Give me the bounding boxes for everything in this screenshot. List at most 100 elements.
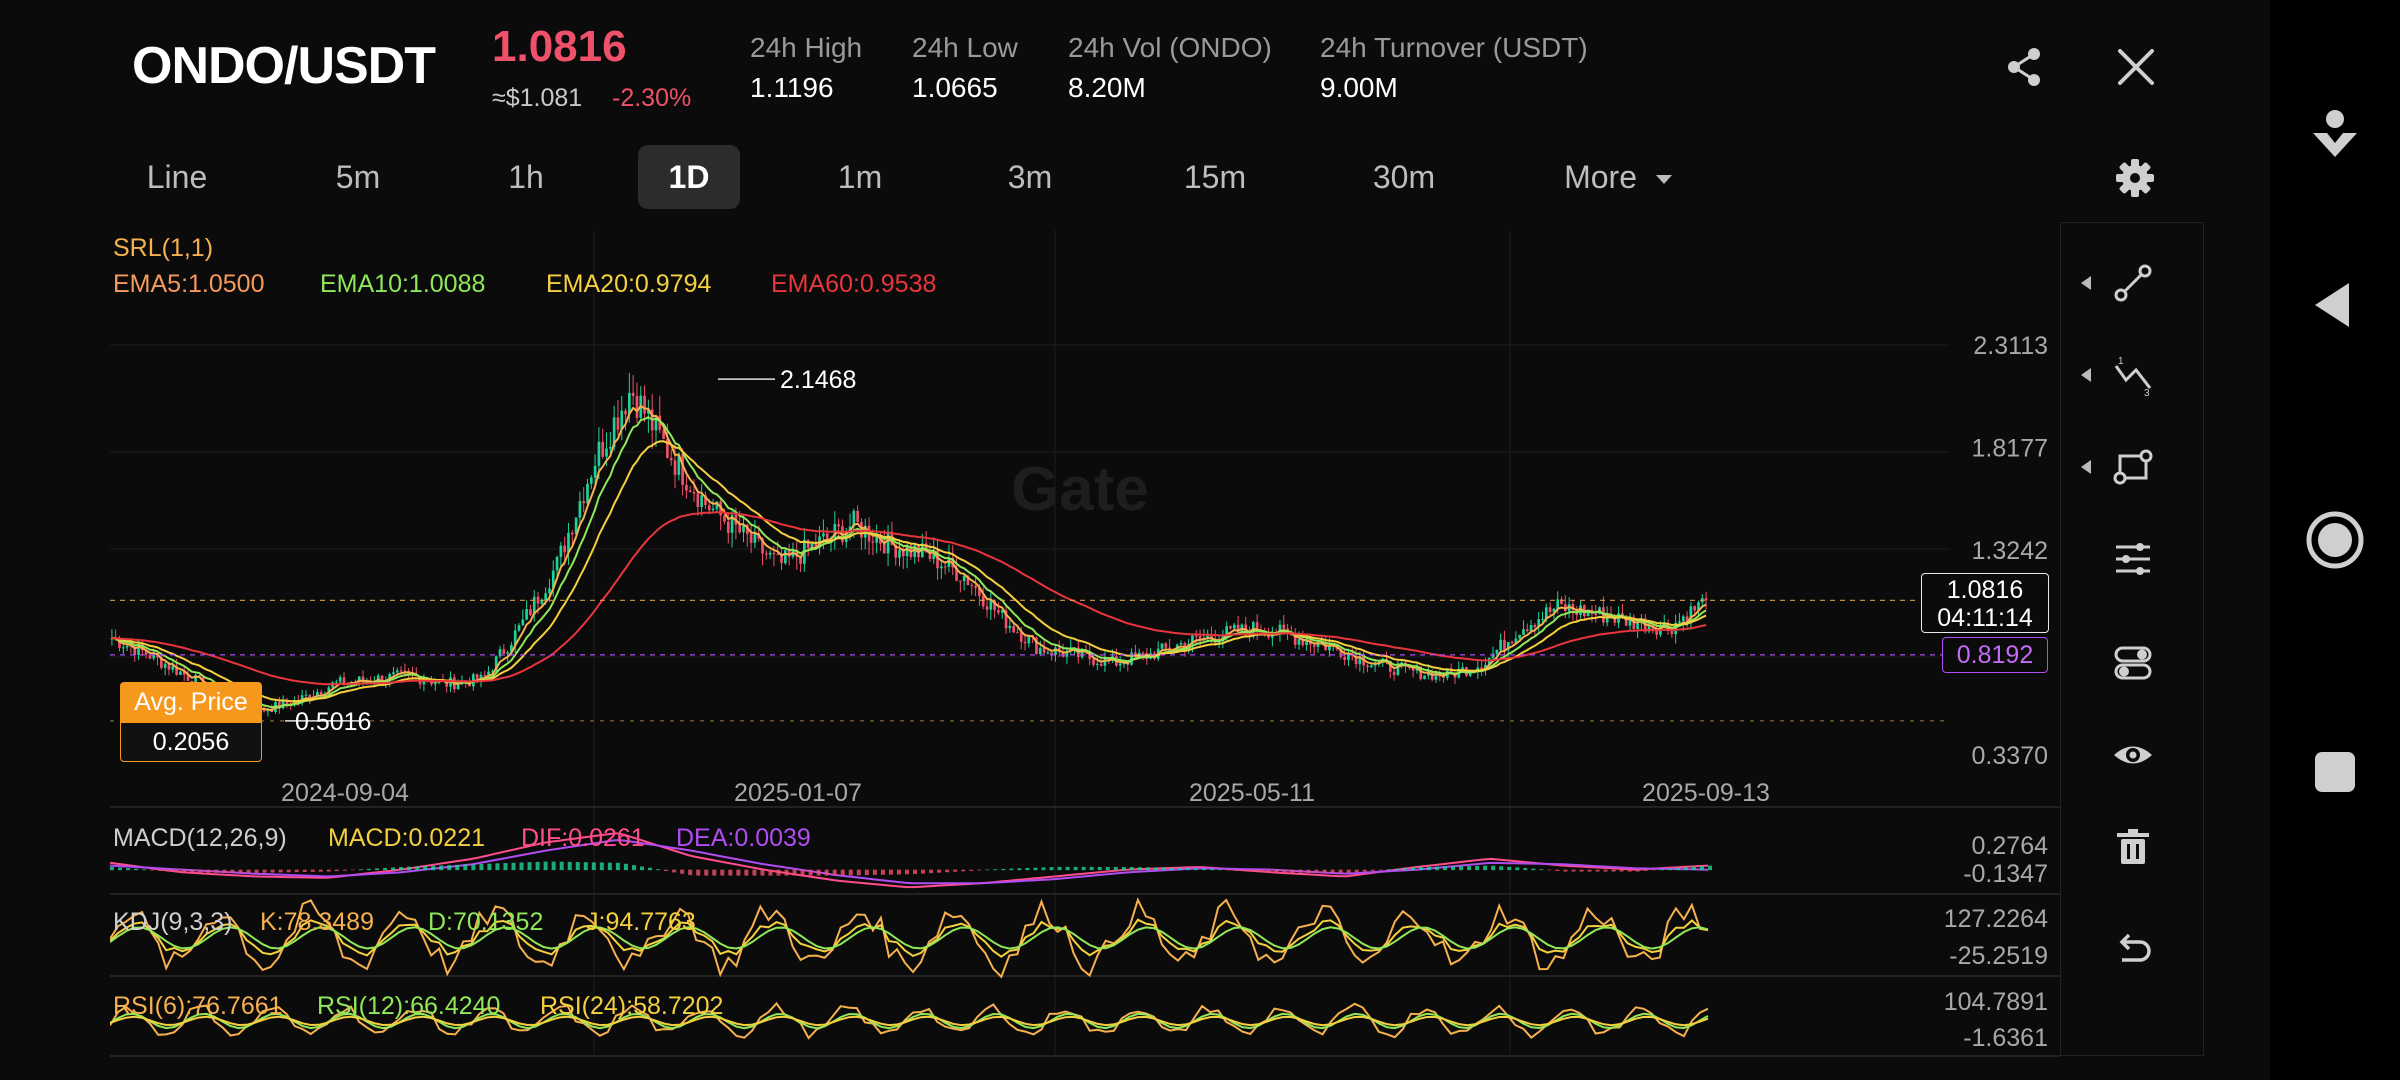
candle-body — [517, 625, 521, 631]
macd-bar — [383, 867, 388, 871]
avg-price-tag[interactable]: Avg. Price 0.2056 — [120, 682, 262, 762]
stat-value: 1.1196 — [750, 72, 834, 103]
rectangle-tool[interactable] — [2061, 427, 2205, 507]
fib-tool[interactable]: 13 — [2061, 335, 2205, 415]
macd-bar — [391, 867, 396, 871]
macd-bar — [190, 869, 195, 873]
macd-bar — [302, 869, 307, 872]
stat-24h-high: 24h High 1.1196 — [750, 32, 862, 104]
macd-bar — [712, 869, 717, 876]
tab-3m[interactable]: 3m — [980, 145, 1080, 209]
macd-bar — [431, 865, 436, 871]
macd-bar — [1266, 869, 1271, 873]
macd-bar — [760, 869, 765, 876]
delete-tool[interactable] — [2061, 807, 2205, 887]
macd-bar — [511, 862, 516, 871]
macd-bar — [519, 862, 524, 871]
tab-15m[interactable]: 15m — [1160, 145, 1270, 209]
macd-bar — [639, 866, 644, 871]
candle-body — [692, 491, 696, 494]
ema60-label: EMA60:0.9538 — [771, 270, 937, 298]
candle-body — [555, 556, 559, 571]
indicator-settings-tool[interactable] — [2061, 519, 2205, 599]
dea-value: DEA:0.0039 — [676, 824, 811, 852]
fib-icon: 13 — [2114, 356, 2152, 396]
toggle-tool[interactable] — [2061, 623, 2205, 703]
ema10-line — [111, 416, 1707, 709]
chart-area[interactable]: Gate 2.1468 0.5016 2.3113 1.8177 1.3242 0.33… — [109, 220, 2060, 1060]
macd-bar — [1274, 869, 1279, 873]
macd-bar — [1426, 866, 1431, 871]
candle-body — [525, 609, 528, 620]
share-icon[interactable] — [2000, 42, 2050, 92]
y-tick-label: -0.1347 — [1963, 860, 2048, 888]
high-label: 2.1468 — [780, 366, 856, 394]
recents-icon[interactable] — [2295, 732, 2375, 812]
kdj-d: D:70.1352 — [428, 908, 544, 936]
macd-bar — [1483, 865, 1488, 871]
undo-tool[interactable] — [2061, 911, 2205, 991]
tab-more[interactable]: More — [1548, 145, 1688, 209]
macd-bar — [1169, 867, 1174, 871]
tab-line[interactable]: Line — [118, 145, 236, 209]
macd-bar — [1571, 869, 1576, 872]
tab-1d[interactable]: 1D — [638, 145, 740, 209]
macd-bar — [1161, 867, 1166, 871]
visibility-tool[interactable] — [2061, 715, 2205, 795]
gear-icon[interactable] — [2110, 153, 2160, 203]
macd-bar — [374, 868, 379, 871]
macd-bar — [1145, 867, 1150, 871]
close-icon[interactable] — [2111, 42, 2161, 92]
kdj-j: J:94.7763 — [586, 908, 696, 936]
trend-line-tool[interactable] — [2061, 243, 2205, 323]
candle-body — [1343, 657, 1346, 660]
macd-bar — [1017, 868, 1022, 871]
rsi6-label: RSI(6):76.7661 — [113, 992, 283, 1020]
kdj-title: KDJ(9,3,3) — [113, 908, 233, 936]
tab-5m[interactable]: 5m — [300, 145, 416, 209]
candle-body — [1092, 659, 1095, 665]
macd-bar — [278, 869, 283, 873]
candle-body — [1495, 650, 1499, 654]
macd-bar — [1322, 869, 1327, 873]
pair-title[interactable]: ONDO/USDT — [132, 36, 436, 96]
candle-body — [338, 677, 342, 682]
macd-bar — [1137, 867, 1142, 871]
tab-30m[interactable]: 30m — [1348, 145, 1460, 209]
tab-1h[interactable]: 1h — [476, 145, 576, 209]
macd-bar — [350, 869, 355, 871]
candle-body — [1118, 663, 1122, 666]
y-tick-label: -25.2519 — [1949, 942, 2048, 970]
kline-chart[interactable]: Gate 2.1468 0.5016 2.3113 1.8177 1.3242 0.33… — [109, 220, 2060, 1060]
stat-value: 1.0665 — [912, 72, 998, 103]
rsi24-label: RSI(24):58.7202 — [540, 992, 724, 1020]
stat-24h-low: 24h Low 1.0665 — [912, 32, 1018, 104]
candle-body — [738, 524, 742, 533]
avg-line-value: 0.8192 — [1942, 637, 2048, 673]
macd-bar — [1619, 869, 1624, 872]
countdown-timer: 04:11:14 — [1937, 604, 2033, 632]
macd-bar — [591, 862, 596, 871]
macd-bar — [1194, 868, 1199, 871]
macd-bar — [680, 869, 685, 874]
gate-watermark: Gate — [1011, 455, 1149, 524]
candle-body — [1046, 652, 1050, 654]
candle-body — [962, 575, 966, 582]
back-icon[interactable] — [2295, 265, 2375, 345]
home-icon[interactable] — [2295, 500, 2375, 580]
stat-label: 24h High — [750, 32, 863, 63]
tab-1m[interactable]: 1m — [810, 145, 910, 209]
macd-bar — [904, 869, 909, 875]
candle-body — [502, 649, 506, 654]
y-tick-label: 0.2764 — [1972, 832, 2049, 860]
macd-bar — [567, 861, 572, 871]
macd-bar — [969, 869, 974, 871]
candle-body — [997, 610, 1000, 613]
candle-body — [943, 566, 947, 568]
macd-bar — [648, 867, 653, 871]
candle-body — [179, 671, 182, 675]
macd-bar — [1595, 869, 1600, 872]
macd-bar — [471, 864, 476, 871]
macd-bar — [888, 869, 893, 875]
download-icon[interactable] — [2295, 95, 2375, 175]
